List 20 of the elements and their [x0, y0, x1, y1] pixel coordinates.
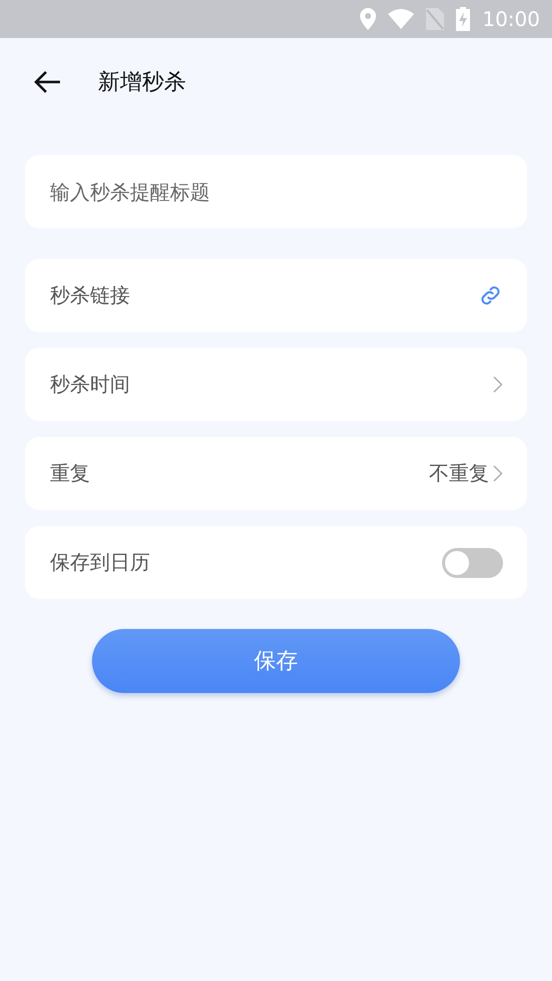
- toggle-switch[interactable]: [442, 548, 503, 578]
- chevron-right-icon: [493, 465, 503, 482]
- row-label: 保存到日历: [50, 549, 151, 576]
- location-icon: [360, 8, 376, 30]
- row-label: 秒杀链接: [50, 282, 131, 309]
- page-title: 新增秒杀: [98, 68, 186, 96]
- settings-row[interactable]: 重复 不重复: [25, 437, 527, 510]
- title-input-field[interactable]: 输入秒杀提醒标题: [25, 155, 527, 228]
- chevron-right-icon: [493, 376, 503, 393]
- settings-row[interactable]: 保存到日历: [25, 526, 527, 599]
- no-sim-icon: [426, 8, 444, 30]
- row-label: 秒杀时间: [50, 371, 131, 398]
- settings-row[interactable]: 秒杀链接: [25, 259, 527, 332]
- row-label: 重复: [50, 460, 91, 487]
- wifi-icon: [388, 9, 414, 29]
- back-button[interactable]: [34, 70, 62, 94]
- row-value: 不重复: [429, 460, 489, 487]
- battery-charging-icon: [456, 7, 470, 31]
- status-time: 10:00: [482, 7, 540, 31]
- settings-row[interactable]: 秒杀时间: [25, 348, 527, 421]
